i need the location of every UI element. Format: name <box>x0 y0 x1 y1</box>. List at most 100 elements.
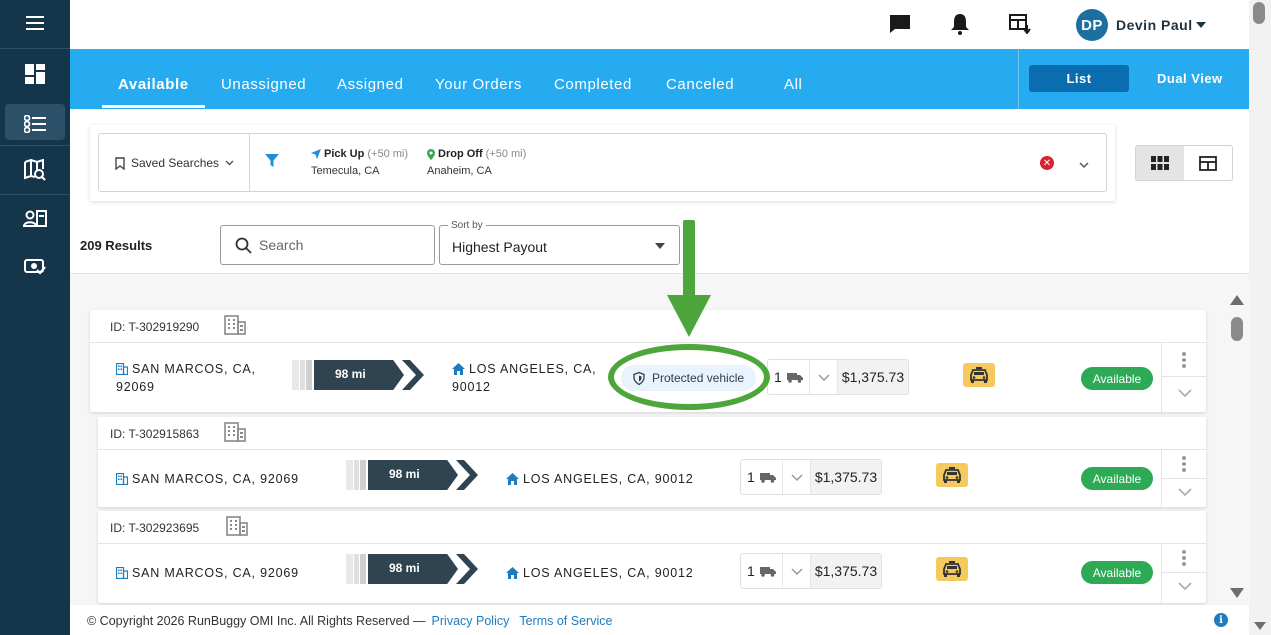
scroll-down-icon[interactable] <box>1230 588 1244 598</box>
order-card[interactable]: ID: T-302923695 SAN MARCOS, CA, 92069 98… <box>98 511 1207 603</box>
driver-card-icon <box>23 210 47 227</box>
terms-of-service-link[interactable]: Terms of Service <box>519 614 612 628</box>
search-input[interactable] <box>259 235 429 255</box>
chevron-down-icon[interactable] <box>1178 389 1192 398</box>
filter-button[interactable] <box>265 154 279 173</box>
order-id: ID: T-302919290 <box>110 320 200 334</box>
more-vertical-icon[interactable] <box>1181 549 1187 567</box>
saved-searches-dropdown[interactable]: Saved Searches <box>115 156 234 170</box>
expand-filters-button[interactable] <box>1079 156 1089 174</box>
more-vertical-icon[interactable] <box>1181 455 1187 473</box>
sidebar <box>0 0 70 635</box>
sort-value: Highest Payout <box>452 239 547 255</box>
dashboard-icon <box>25 64 45 84</box>
chevron-down-icon[interactable] <box>1178 582 1192 591</box>
tab-completed[interactable]: Completed <box>554 76 632 93</box>
annotation-arrow-head <box>667 295 711 337</box>
user-menu-caret-icon[interactable] <box>1196 22 1206 28</box>
more-vertical-icon[interactable] <box>1181 351 1187 369</box>
clear-filters-icon[interactable]: ✕ <box>1040 156 1054 170</box>
order-card-header: ID: T-302915863 <box>98 417 1206 450</box>
grid-icon <box>1151 156 1169 170</box>
filter-bar: Saved Searches Pick Up (+50 mi) Temecula… <box>98 133 1107 192</box>
page-scroll-down-icon[interactable] <box>1254 622 1266 630</box>
navigation-arrow-icon <box>311 149 321 159</box>
chevron-right-icon <box>456 460 478 490</box>
car-icon <box>936 463 968 487</box>
table-view-button[interactable] <box>1184 146 1232 180</box>
list-icon <box>24 115 46 133</box>
tab-canceled[interactable]: Canceled <box>666 76 734 93</box>
footer: © Copyright 2026 RunBuggy OMI Inc. All R… <box>70 605 1249 635</box>
car-front-icon <box>943 561 961 577</box>
sidebar-item-payments[interactable] <box>0 245 70 289</box>
funnel-icon <box>265 154 279 167</box>
chevron-down-icon <box>790 473 803 481</box>
payout-price: $1,375.73 <box>838 360 908 394</box>
search-field[interactable] <box>220 225 435 265</box>
page-scrollbar[interactable] <box>1249 0 1271 635</box>
dest-line1: LOS ANGELES, CA, <box>469 362 597 376</box>
dropoff-filter[interactable]: Drop Off (+50 mi) Anaheim, CA <box>427 148 526 177</box>
sort-select[interactable]: Sort by Highest Payout <box>439 220 680 265</box>
list-scrollbar-thumb[interactable] <box>1231 317 1243 341</box>
tab-all[interactable]: All <box>784 76 802 93</box>
destination-location: LOS ANGELES, CA, 90012 <box>506 564 693 582</box>
list-scrollbar[interactable] <box>1229 295 1245 605</box>
vehicle-quantity-price: 1 $1,375.73 <box>767 359 909 395</box>
vehicle-quantity-price: 1 $1,375.73 <box>740 459 882 495</box>
active-tab-indicator <box>102 105 205 108</box>
privacy-policy-link[interactable]: Privacy Policy <box>432 614 510 628</box>
building-icon <box>226 516 248 536</box>
footer-text: © Copyright 2026 RunBuggy OMI Inc. All R… <box>87 614 612 628</box>
sidebar-item-orders[interactable] <box>0 102 70 146</box>
chevron-right-icon <box>456 554 478 584</box>
sidebar-divider <box>0 194 70 195</box>
info-icon[interactable]: i <box>1214 613 1228 627</box>
expand-vehicles-button[interactable] <box>783 554 811 588</box>
pickup-city: Temecula, CA <box>311 165 380 177</box>
payment-check-icon <box>24 259 46 275</box>
expand-vehicles-button[interactable] <box>783 460 811 494</box>
dual-view-button[interactable]: Dual View <box>1157 71 1223 86</box>
tab-your-orders[interactable]: Your Orders <box>435 76 522 93</box>
page-scrollbar-thumb[interactable] <box>1253 2 1265 24</box>
home-icon <box>506 567 519 579</box>
tab-unassigned[interactable]: Unassigned <box>221 76 306 93</box>
export-table-button[interactable] <box>1008 12 1032 36</box>
building-icon <box>116 567 128 579</box>
order-card-header: ID: T-302919290 <box>90 310 1206 343</box>
grid-view-button[interactable] <box>1136 146 1184 180</box>
pickup-filter[interactable]: Pick Up (+50 mi) Temecula, CA <box>311 148 408 177</box>
table-icon <box>1199 155 1217 171</box>
layout-toggle <box>1135 145 1233 181</box>
order-card-header: ID: T-302923695 <box>98 511 1206 544</box>
user-name[interactable]: Devin Paul <box>1116 17 1193 33</box>
avatar[interactable]: DP <box>1076 9 1108 41</box>
annotation-highlight-ellipse <box>608 344 770 410</box>
building-icon <box>116 363 128 375</box>
list-view-button[interactable]: List <box>1029 65 1129 92</box>
notifications-button[interactable] <box>948 12 972 36</box>
map-pin-icon <box>427 148 435 160</box>
expand-vehicles-button[interactable] <box>810 360 838 394</box>
chevron-right-icon <box>402 360 424 390</box>
dest-text: LOS ANGELES, CA, 90012 <box>523 472 694 486</box>
sidebar-item-drivers[interactable] <box>0 197 70 241</box>
card-actions <box>1161 544 1207 603</box>
status-badge: Available <box>1081 467 1153 490</box>
chevron-down-icon[interactable] <box>1178 488 1192 497</box>
scroll-up-icon[interactable] <box>1230 295 1244 305</box>
distance-indicator: 98 mi <box>346 460 480 490</box>
order-card[interactable]: ID: T-302915863 SAN MARCOS, CA, 92069 98… <box>98 417 1207 507</box>
messages-button[interactable] <box>888 12 912 36</box>
tab-available[interactable]: Available <box>118 76 189 93</box>
hamburger-menu-button[interactable] <box>0 1 70 45</box>
distance-label: 98 mi <box>335 367 366 381</box>
chat-icon <box>890 15 910 33</box>
sidebar-item-map-search[interactable] <box>0 148 70 192</box>
sidebar-item-dashboard[interactable] <box>0 52 70 96</box>
chevron-down-icon <box>225 160 234 166</box>
dropoff-label: Drop Off <box>438 148 483 160</box>
tab-assigned[interactable]: Assigned <box>337 76 404 93</box>
